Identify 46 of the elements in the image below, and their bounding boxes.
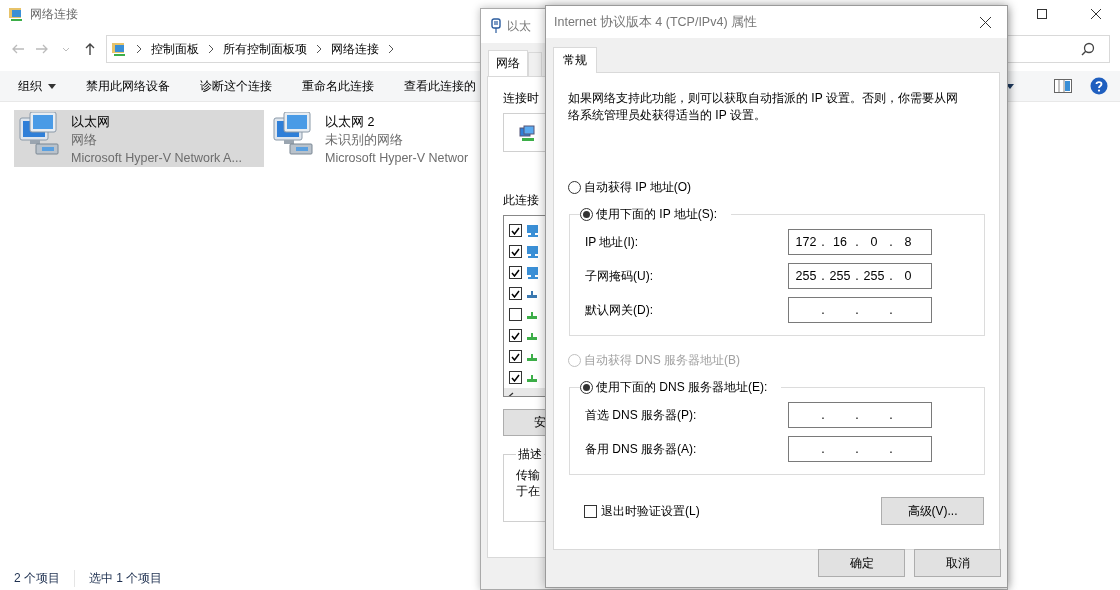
dot-separator: . (820, 269, 826, 283)
dot-separator: . (888, 408, 894, 422)
octet-text: 0 (869, 235, 879, 249)
connection-status: 未识别的网络 (325, 132, 404, 149)
octet-text: 0 (903, 269, 913, 283)
octet-text: 16 (832, 235, 848, 249)
field-label: 子网掩码(U): (585, 267, 654, 285)
field-label: 首选 DNS 服务器(P): (585, 406, 698, 424)
dot-separator: . (854, 408, 860, 422)
dialog-title: Internet 协议版本 4 (TCP/IPv4) 属性 (554, 13, 759, 31)
dot-separator: . (888, 269, 894, 283)
field-label: 默认网关(D): (585, 301, 654, 319)
window-title: 网络连接 (30, 5, 78, 23)
octet-text: 255 (794, 269, 818, 283)
connection-name: 以太网 2 (325, 114, 376, 131)
dot-separator: . (888, 442, 894, 456)
field-label: 备用 DNS 服务器(A): (585, 440, 698, 458)
dot-separator: . (820, 303, 826, 317)
dot-separator: . (854, 303, 860, 317)
octet-text: 255 (828, 269, 852, 283)
dot-separator: . (854, 235, 860, 249)
dot-separator: . (888, 235, 894, 249)
description-text: 于在 (516, 483, 540, 499)
connection-name: 以太网 (71, 114, 111, 131)
checkbox-label: 退出时验证设置(L) (601, 502, 700, 520)
adapter-name: Microsoft Hyper-V Network A... (71, 150, 242, 167)
dot-separator: . (854, 269, 860, 283)
description-text: 如果网络支持此功能，则可以获取自动指派的 IP 设置。否则，你需要从网络系统管理员处获得适当的 IP 设置。 (568, 90, 959, 124)
dot-separator: . (854, 442, 860, 456)
dot-separator: . (888, 303, 894, 317)
dot-separator: . (820, 442, 826, 456)
octet-text: 8 (903, 235, 913, 249)
section-label: 此连接 (503, 192, 539, 209)
dot-separator: . (820, 408, 826, 422)
group-label: 描述 (517, 446, 543, 463)
dot-separator: . (820, 235, 826, 249)
octet-text: 172 (794, 235, 818, 249)
connection-status: 网络 (71, 132, 98, 149)
dialog-title: 以太 (507, 17, 531, 35)
status-text: 选中 1 个项目 (74, 569, 163, 587)
section-label: 连接时 (503, 90, 539, 107)
description-text: 传输 (516, 467, 540, 483)
adapter-name: Microsoft Hyper-V Networ (325, 150, 469, 167)
status-text: 2 个项目 (14, 569, 60, 587)
octet-text: 255 (862, 269, 886, 283)
field-label: IP 地址(I): (585, 233, 640, 251)
